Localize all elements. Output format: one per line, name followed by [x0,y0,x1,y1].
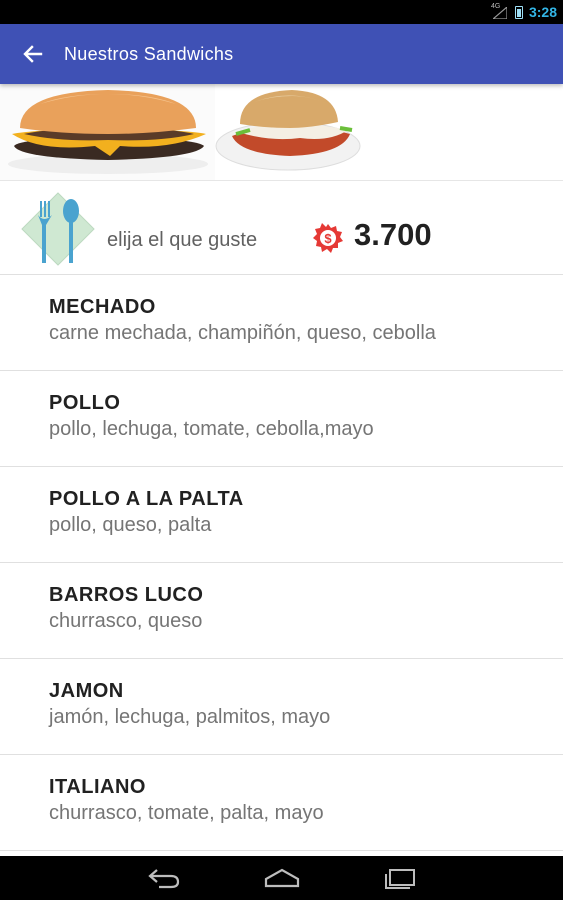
fork-spoon-icon [21,192,95,266]
dollar-seal-icon: $ [313,223,343,253]
list-item[interactable]: ITALIANO churrasco, tomate, palta, mayo [0,755,563,851]
choose-text: elija el que guste [107,229,258,251]
nav-back-button[interactable] [146,863,182,893]
list-item[interactable]: MECHADO carne mechada, champiñón, queso,… [0,275,563,371]
svg-text:$: $ [324,231,332,246]
sandwich-plate-image [215,90,361,171]
item-description: jamón, lechuga, palmitos, mayo [49,706,331,728]
item-description: pollo, lechuga, tomate, cebolla,mayo [49,418,374,440]
arrow-back-icon [23,45,43,63]
list-item[interactable]: BARROS LUCO churrasco, queso [0,563,563,659]
item-name: BARROS LUCO [49,584,204,606]
app-bar: Nuestros Sandwichs [0,24,563,84]
price-row: elija el que guste $ 3.700 [0,180,563,275]
sandwich-list: MECHADO carne mechada, champiñón, queso,… [0,275,563,851]
nav-home-button[interactable] [264,863,300,893]
burger-image [0,84,215,180]
list-item[interactable]: POLLO pollo, lechuga, tomate, cebolla,ma… [0,371,563,467]
item-name: POLLO [49,392,121,414]
item-description: churrasco, queso [49,610,203,632]
battery-icon [514,5,523,19]
network-signal-icon: 4G [491,3,509,20]
item-name: ITALIANO [49,776,146,798]
list-item[interactable]: POLLO A LA PALTA pollo, queso, palta [0,467,563,563]
status-bar: 4G 3:28 [0,0,563,24]
system-nav-bar [0,856,563,900]
item-name: MECHADO [49,296,156,318]
banner [0,84,563,180]
home-icon [264,868,299,888]
back-icon [147,869,179,889]
item-description: churrasco, tomate, palta, mayo [49,802,324,824]
item-name: JAMON [49,680,124,702]
recents-icon [384,869,415,889]
nav-recents-button[interactable] [382,863,418,893]
item-description: carne mechada, champiñón, queso, cebolla [49,322,436,344]
back-button[interactable] [10,24,56,84]
item-description: pollo, queso, palta [49,514,212,536]
list-item[interactable]: JAMON jamón, lechuga, palmitos, mayo [0,659,563,755]
item-name: POLLO A LA PALTA [49,488,244,510]
price-value: 3.700 [354,217,432,252]
page-title: Nuestros Sandwichs [64,43,234,64]
status-time: 3:28 [528,4,557,20]
